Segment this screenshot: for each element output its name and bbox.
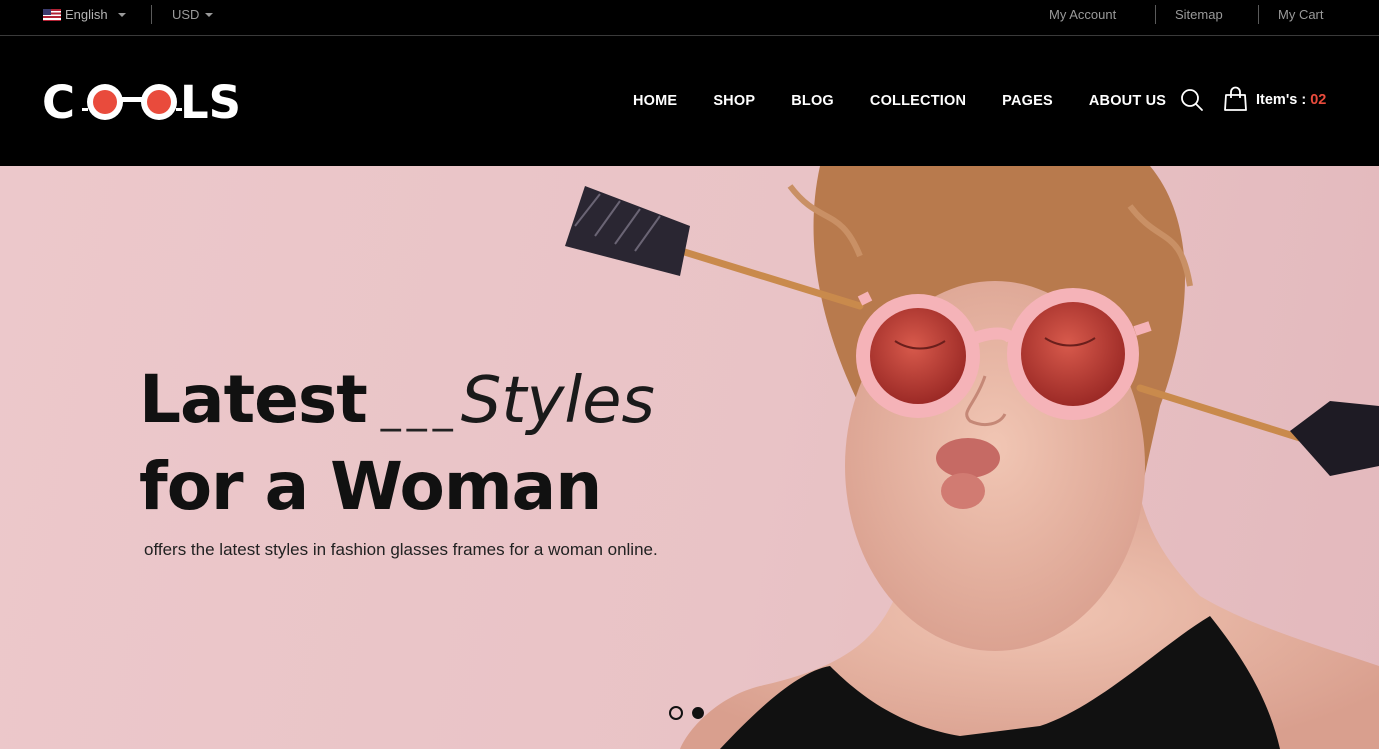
top-bar: English USD My Account Sitemap My Cart — [0, 0, 1379, 36]
main-nav: HOME SHOP BLOG COLLECTION PAGES ABOUT US — [633, 93, 1202, 109]
caret-down-icon — [117, 13, 126, 17]
my-account-link[interactable]: My Account — [1049, 7, 1116, 22]
slider-dot-2[interactable] — [692, 707, 704, 719]
site-logo[interactable]: C LS — [42, 78, 252, 128]
currency-label: USD — [172, 7, 200, 22]
headline-styles: Styles — [460, 364, 655, 438]
search-icon[interactable] — [1180, 88, 1204, 112]
shopping-bag-icon[interactable] — [1223, 86, 1248, 112]
language-selector[interactable]: English — [43, 7, 126, 22]
divider — [1258, 5, 1259, 24]
headline-dashes: ___ — [380, 386, 459, 432]
nav-blog[interactable]: BLOG — [791, 93, 834, 109]
svg-text:LS: LS — [180, 78, 241, 128]
my-cart-link[interactable]: My Cart — [1278, 7, 1324, 22]
cart-count: 02 — [1310, 92, 1327, 108]
nav-shop[interactable]: SHOP — [713, 93, 755, 109]
divider — [151, 5, 152, 24]
hero-slider: Latest ___Styles for a Woman offers the l… — [0, 166, 1379, 749]
hero-subtext: offers the latest styles in fashion glas… — [144, 540, 658, 559]
currency-selector[interactable]: USD — [172, 7, 214, 22]
hero-headline-line2: for a Woman — [139, 448, 602, 525]
caret-down-icon — [205, 13, 214, 17]
nav-collection[interactable]: COLLECTION — [870, 93, 966, 109]
cart-label: Item's : — [1256, 92, 1307, 108]
headline-latest: Latest — [139, 361, 368, 438]
main-header: C LS HOME SHOP BLOG COLLECTION PAGES ABO… — [0, 36, 1379, 166]
hero-headline-line1: Latest ___Styles — [139, 361, 655, 438]
nav-home[interactable]: HOME — [633, 93, 677, 109]
divider — [1155, 5, 1156, 24]
nav-pages[interactable]: PAGES — [1002, 93, 1053, 109]
slider-dot-1[interactable] — [669, 706, 683, 720]
svg-text:C: C — [42, 78, 75, 128]
language-label: English — [65, 7, 108, 22]
cart-items-count[interactable]: Item's : 02 — [1256, 92, 1326, 108]
nav-about-us[interactable]: ABOUT US — [1089, 93, 1166, 109]
flag-us-icon — [43, 8, 61, 21]
slider-pagination — [669, 706, 705, 720]
sitemap-link[interactable]: Sitemap — [1175, 7, 1223, 22]
